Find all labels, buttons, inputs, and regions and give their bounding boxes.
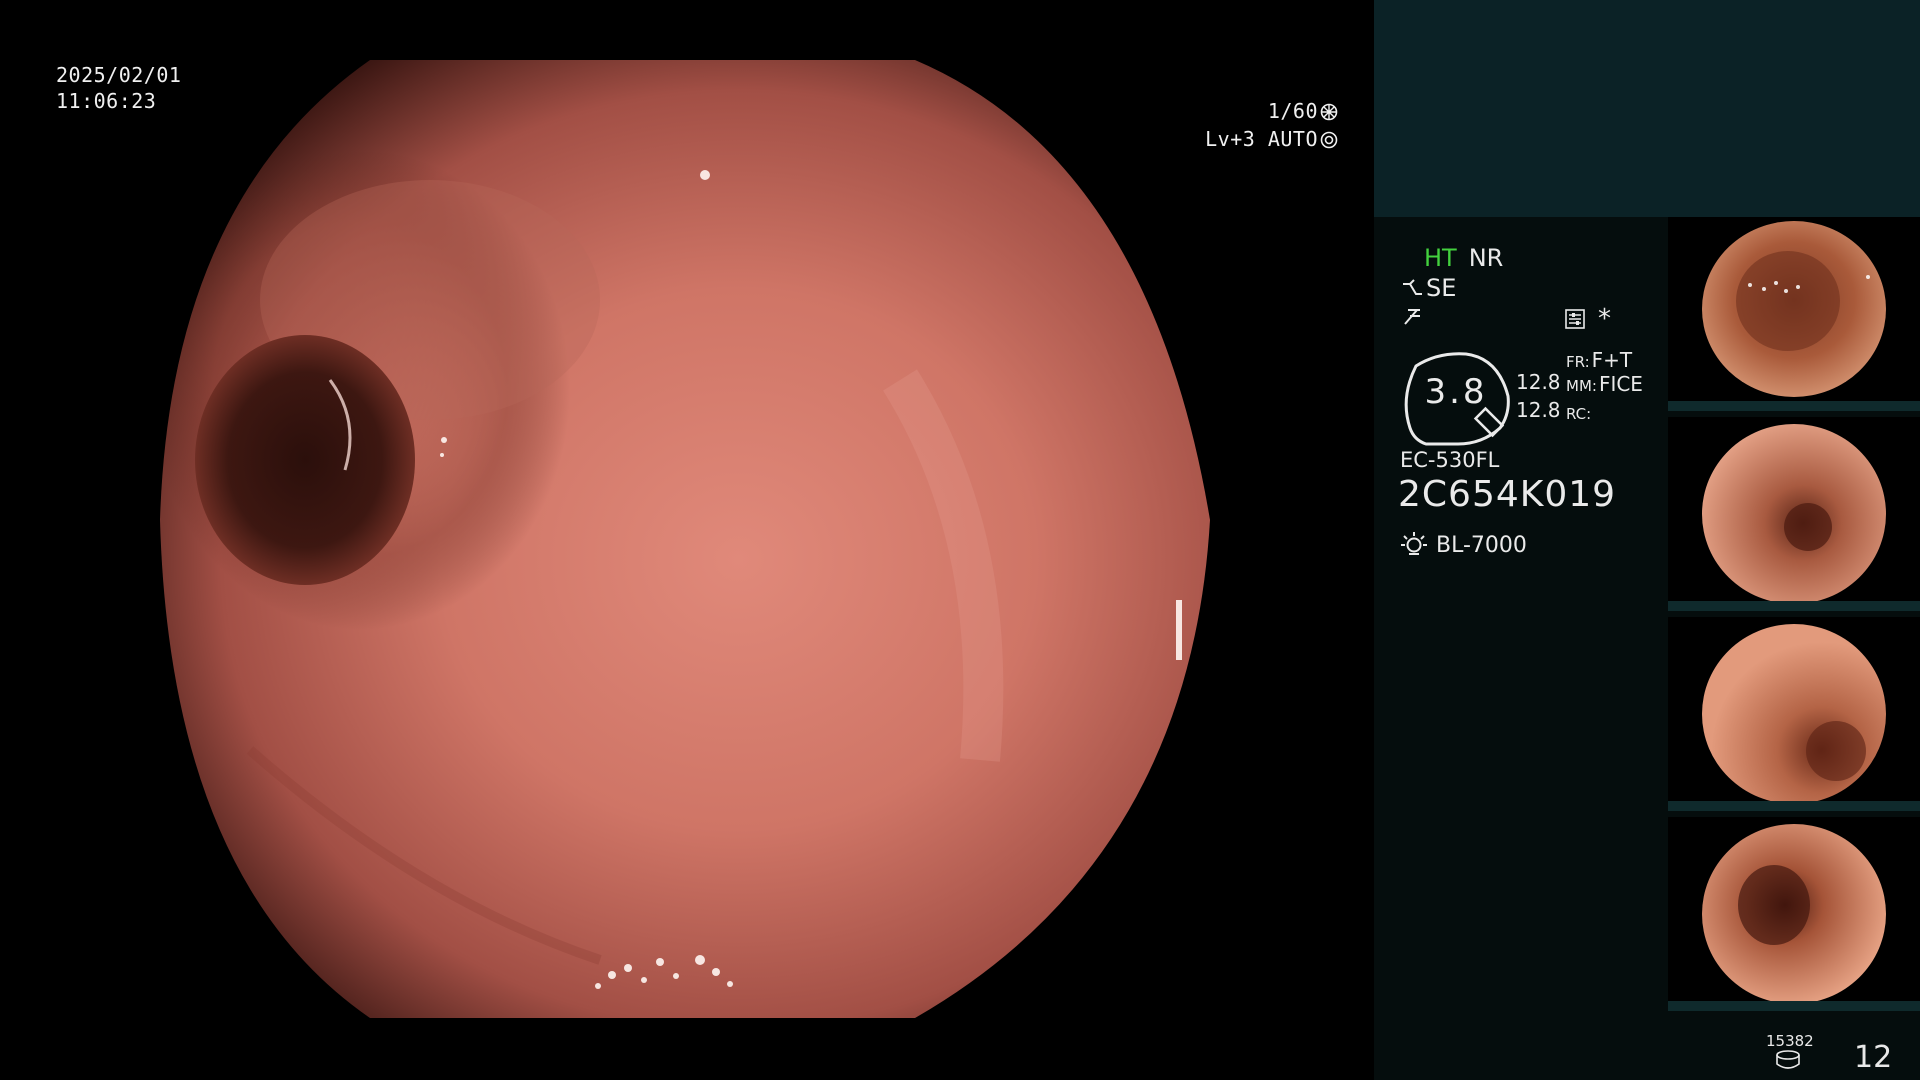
endoscope-image <box>160 60 1210 1018</box>
fr-value: F+T <box>1591 348 1633 372</box>
fr-key: FR: <box>1566 353 1590 371</box>
light-source-row: BL-7000 <box>1400 530 1527 558</box>
captured-thumbnail[interactable] <box>1668 417 1920 611</box>
thumbnail-bar <box>1668 401 1920 411</box>
light-source-label: BL-7000 <box>1436 533 1527 558</box>
mm-row: MM: FICE <box>1566 372 1643 396</box>
captured-thumbnail[interactable] <box>1668 817 1920 1011</box>
shutter-icon <box>1320 103 1338 121</box>
fr-row: FR: F+T <box>1566 348 1632 372</box>
control-icon <box>1565 309 1585 329</box>
se-icon <box>1403 279 1422 295</box>
mm-value: FICE <box>1598 372 1643 396</box>
storage-count: 15382 <box>1766 1032 1814 1050</box>
exposure-level-label: Lv+3 AUTO <box>1205 127 1318 151</box>
scope-model: EC-530FL <box>1400 448 1500 472</box>
date-readout: 2025/02/01 <box>56 63 182 87</box>
shutter-speed-label: 1/60 <box>1267 99 1318 123</box>
endoscope-live-view: 2025/02/01 11:06:23 1/60 Lv+3 AUTO <box>0 0 1372 1080</box>
thumbnail-image <box>1702 424 1886 604</box>
scope-serial: 2C654K019 <box>1398 474 1617 515</box>
structure-enhance-row: SE <box>1402 274 1456 302</box>
panel-header <box>1374 0 1920 217</box>
captured-thumbnail[interactable] <box>1668 617 1920 811</box>
nr-label: NR <box>1468 244 1504 272</box>
exposure-level-readout: Lv+3 AUTO <box>1205 126 1338 152</box>
mm-key: MM: <box>1566 377 1597 395</box>
asterisk-mark: * <box>1598 304 1611 334</box>
thumbnail-bar <box>1668 1001 1920 1011</box>
iris-icon <box>1320 131 1338 149</box>
shutter-readout: 1/60 <box>1268 98 1338 124</box>
lamp-icon <box>1401 532 1427 555</box>
captured-thumbnail[interactable] <box>1668 217 1920 411</box>
gauge-value-b: 12.8 <box>1516 398 1561 422</box>
gauge-value: 3.8 <box>1424 372 1488 412</box>
time-readout: 11:06:23 <box>56 89 157 113</box>
rc-key: RC: <box>1566 405 1592 423</box>
thumbnail-image <box>1702 624 1886 804</box>
thumbnail-bar <box>1668 601 1920 611</box>
storage-icon <box>1776 1050 1800 1069</box>
thumbnail-bar <box>1668 801 1920 811</box>
thumbnail-image <box>1702 221 1886 397</box>
processing-modes: HT NR <box>1424 244 1503 272</box>
se-label: SE <box>1426 274 1457 302</box>
gauge-value-a: 12.8 <box>1516 370 1561 394</box>
f-icon <box>1404 309 1420 325</box>
thumbnail-image <box>1702 824 1886 1004</box>
image-count: 12 <box>1854 1040 1893 1075</box>
ht-label: HT <box>1424 244 1457 272</box>
rc-row: RC: <box>1566 400 1593 424</box>
